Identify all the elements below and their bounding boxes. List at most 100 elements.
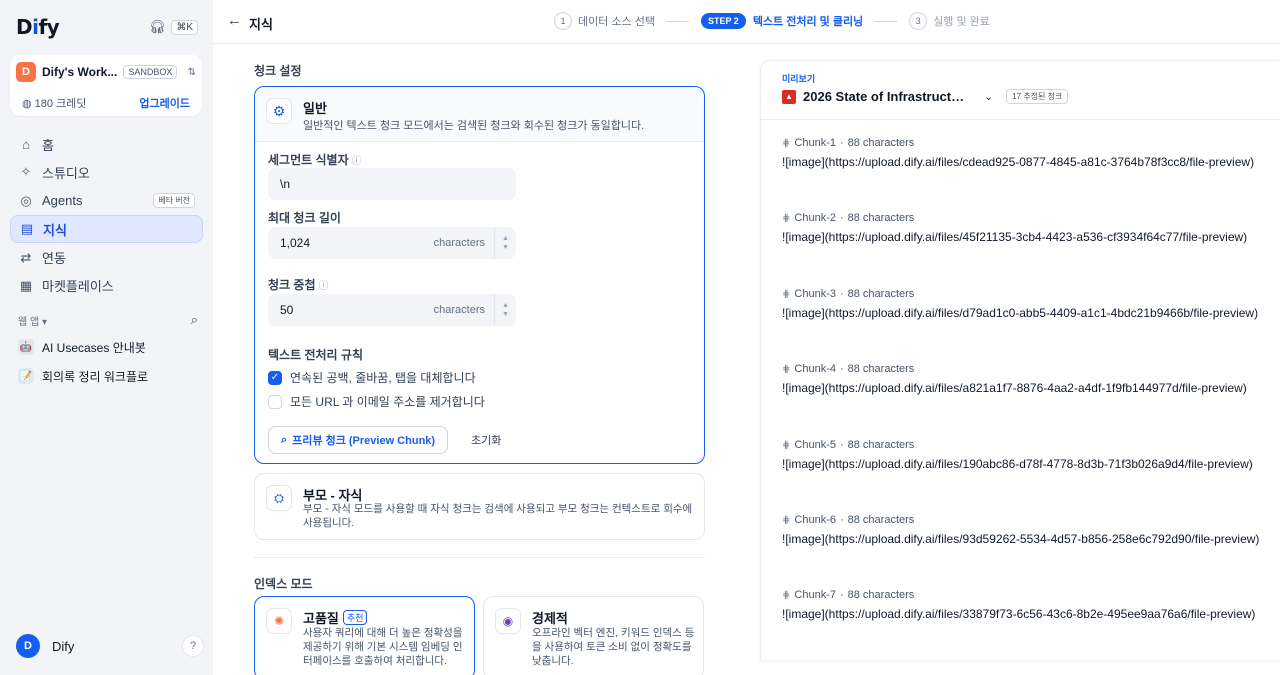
user-row[interactable]: D Dify ?: [16, 634, 204, 658]
chunk-text: ![image](https://upload.dify.ai/files/33…: [782, 607, 1256, 621]
preview-chunk-label: 프리뷰 청크 (Preview Chunk): [292, 435, 436, 447]
marketplace-icon: ▦: [19, 277, 33, 293]
chevron-down-icon[interactable]: ⌄: [984, 90, 993, 103]
robot-icon: 🤖: [18, 339, 34, 355]
overlap-value: 50: [280, 303, 294, 317]
chunk-name: Chunk-6: [794, 514, 836, 526]
chevron-updown-icon[interactable]: ⇅: [188, 67, 196, 78]
webapp-item[interactable]: 📝 회의록 정리 워크플로: [18, 365, 198, 387]
unit-label: characters: [433, 237, 485, 249]
chunk-text: ![image](https://upload.dify.ai/files/d7…: [782, 306, 1259, 320]
sidebar-item-label: 마켓플레이스: [42, 279, 114, 295]
index-economy-card[interactable]: ◉ 경제적 오프라인 벡터 엔진, 키워드 인덱스 등을 사용하여 토큰 소비 …: [483, 596, 704, 675]
divider: [761, 119, 1280, 120]
webapp-label: AI Usecases 안내봇: [42, 340, 146, 355]
headset-icon[interactable]: 🎧︎: [149, 19, 166, 35]
chunk-name: Chunk-2: [794, 212, 836, 224]
segment-label: 세그먼트 식별자 ⓘ: [268, 153, 362, 167]
info-icon[interactable]: ⓘ: [319, 281, 329, 292]
step-number: 1: [554, 12, 572, 30]
studio-icon: ✧: [20, 164, 32, 180]
chunk-name: Chunk-4: [794, 363, 836, 375]
sidebar-item-label: 홈: [42, 137, 54, 153]
info-icon[interactable]: ⓘ: [352, 156, 362, 167]
chunk-chars: 88 characters: [847, 212, 915, 224]
hash-icon: ⋕: [782, 363, 791, 375]
user-name: Dify: [52, 638, 75, 654]
document-name: 2026 State of Infrastructure Report.pdf: [803, 89, 971, 104]
logo-row: Dify 🎧︎ ⌘K: [16, 14, 198, 40]
integrations-icon: ⇄: [20, 249, 32, 265]
hash-icon: ⋕: [782, 514, 791, 526]
rule-remove-urls[interactable]: 모든 URL 과 이메일 주소를 제거합니다: [268, 393, 485, 410]
pdf-icon: ▲: [782, 89, 796, 104]
index-mode-title: 인덱스 모드: [254, 577, 313, 591]
checkbox[interactable]: [268, 394, 282, 409]
home-icon: ⌂: [22, 136, 30, 152]
step-label: 실행 및 완료: [933, 16, 990, 28]
sidebar-item-marketplace[interactable]: ▦ 마켓플레이스: [10, 272, 203, 300]
chunk-chars: 88 characters: [847, 589, 915, 601]
stepper: 1 데이터 소스 선택 STEP 2 텍스트 전처리 및 클리닝 3 실행 및 …: [554, 12, 990, 30]
sidebar-item-label: 스튜디오: [42, 165, 90, 181]
webapp-label: 회의록 정리 워크플로: [42, 369, 149, 384]
step-divider: [666, 20, 689, 22]
hash-icon: ⋕: [782, 589, 791, 601]
sidebar-item-home[interactable]: ⌂ 홈: [10, 130, 203, 158]
sidebar-item-agents[interactable]: ◎ Agents 베타 버전: [10, 187, 203, 215]
overlap-label: 청크 중첩 ⓘ: [268, 278, 329, 292]
chunk-name: Chunk-3: [794, 288, 836, 300]
reset-button[interactable]: 초기화: [471, 432, 501, 448]
chunk-text: ![image](https://upload.dify.ai/files/cd…: [782, 155, 1255, 169]
overlap-input[interactable]: 50 characters ▲ ▼: [268, 294, 516, 326]
economy-icon: ◉: [495, 608, 521, 634]
chunk-item: ⋕ Chunk-1 · 88 characters ![image](https://…: [782, 137, 1262, 171]
chunk-chars: 88 characters: [847, 288, 915, 300]
parent-child-icon: ⛭: [266, 485, 292, 511]
chunk-name: Chunk-1: [794, 137, 836, 149]
chevron-down-icon: ▼: [502, 311, 509, 318]
search-icon[interactable]: ⌕: [191, 312, 198, 328]
hash-icon: ⋕: [782, 137, 791, 149]
preprocess-rules-title: 텍스트 전처리 규칙: [268, 348, 363, 362]
step-label: 데이터 소스 선택: [578, 16, 655, 28]
segment-identifier-input[interactable]: \n: [268, 168, 516, 200]
chunk-settings-title: 청크 설정: [254, 64, 302, 78]
recommended-badge: 추천: [342, 610, 368, 625]
card-description: 사용자 쿼리에 대해 더 높은 정확성을 제공하기 위해 기본 시스템 임베딩 …: [303, 627, 463, 667]
chunk-item: ⋕ Chunk-7 · 88 characters ![image](https://…: [782, 589, 1262, 623]
card-description: 부모 - 자식 모드를 사용할 때 자식 청크는 검색에 사용되고 부모 청크는…: [303, 503, 693, 529]
number-stepper[interactable]: ▲ ▼: [494, 227, 516, 259]
credits-text: 180 크레딧: [34, 98, 87, 110]
chunk-name: Chunk-5: [794, 439, 836, 451]
chunk-text: ![image](https://upload.dify.ai/files/19…: [782, 457, 1253, 471]
help-icon[interactable]: ?: [182, 635, 204, 657]
chunk-text: ![image](https://upload.dify.ai/files/45…: [782, 230, 1248, 244]
caret-down-icon[interactable]: ▾: [42, 317, 47, 328]
beta-badge: 베타 버전: [153, 193, 195, 209]
webapp-item[interactable]: 🤖 AI Usecases 안내봇: [18, 336, 198, 358]
chevron-up-icon: ▲: [502, 235, 509, 242]
rule-replace-whitespace[interactable]: ✓ 연속된 공백, 줄바꿈, 탭을 대체합니다: [268, 369, 476, 386]
sidebar-item-knowledge[interactable]: ▤ 지식: [10, 215, 203, 244]
checkbox-checked[interactable]: ✓: [268, 370, 282, 385]
back-arrow-icon[interactable]: ←: [227, 12, 242, 29]
general-chunk-card[interactable]: ⚙ 일반 일반적인 텍스트 청크 모드에서는 검색된 청크와 회수된 청크가 동…: [254, 86, 705, 464]
sidebar-item-studio[interactable]: ✧ 스튜디오: [10, 158, 203, 186]
parent-child-card[interactable]: ⛭ 부모 - 자식 부모 - 자식 모드를 사용할 때 자식 청크는 검색에 사…: [254, 473, 705, 540]
sidebar-item-integrations[interactable]: ⇄ 연동: [10, 244, 203, 272]
chunk-item: ⋕ Chunk-6 · 88 characters ![image](https://…: [782, 514, 1262, 548]
knowledge-icon: ▤: [20, 221, 34, 237]
number-stepper[interactable]: ▲ ▼: [494, 294, 516, 326]
unit-label: characters: [433, 304, 485, 316]
webapp-heading: 웹 앱: [18, 316, 40, 328]
preview-chunk-button[interactable]: ⌕ 프리뷰 청크 (Preview Chunk): [268, 426, 449, 454]
index-high-quality-card[interactable]: ✺ 고품질 추천 사용자 쿼리에 대해 더 높은 정확성을 제공하기 위해 기본 …: [254, 596, 475, 675]
search-shortcut[interactable]: ⌘K: [171, 19, 198, 35]
document-selector[interactable]: ▲ 2026 State of Infrastructure Report.pd…: [782, 89, 1069, 104]
upgrade-link[interactable]: 업그레이드: [139, 95, 190, 111]
workspace-card[interactable]: D Dify's Work... SANDBOX ⇅ ◍ 180 크레딧 업그레…: [10, 55, 202, 116]
dify-logo[interactable]: Dify: [16, 15, 60, 39]
webapp-section-header: 웹 앱 ▾ ⌕: [18, 312, 198, 328]
max-length-input[interactable]: 1,024 characters ▲ ▼: [268, 227, 516, 259]
